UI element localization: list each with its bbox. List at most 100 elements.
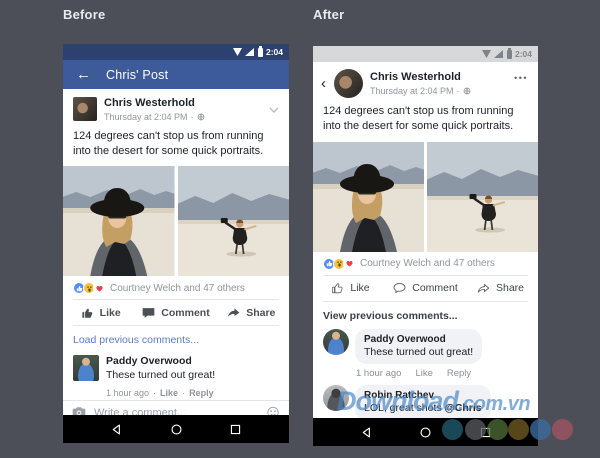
battery-icon <box>506 48 512 59</box>
cell-signal-icon <box>244 48 254 56</box>
photo-woman-hat[interactable] <box>63 166 175 276</box>
thumbs-up-icon <box>332 283 343 294</box>
feed-content: Chris Westerhold Thursday at 2:04 PM · 1… <box>63 89 289 415</box>
before-after-comparison: Before After 2:04 ← Chris' Post Chris We… <box>0 0 600 458</box>
back-chevron-icon[interactable]: ‹ <box>321 76 327 91</box>
status-time: 2:04 <box>265 47 283 57</box>
thumbs-up-icon <box>82 308 92 318</box>
view-previous-comments-link[interactable]: View previous comments... <box>313 302 538 325</box>
post-timestamp: Thursday at 2:04 PM <box>104 111 188 122</box>
comment-time: 1 hour ago <box>356 368 402 380</box>
photo-attachments <box>63 166 290 277</box>
nav-recents-button[interactable] <box>229 423 242 436</box>
watermark-dot-teal <box>442 419 463 440</box>
post-action-bar: Like Comment Share <box>313 276 538 301</box>
author-avatar[interactable] <box>334 69 363 98</box>
comment-like-link[interactable]: Like <box>160 388 178 398</box>
comment-text: These turned out great! <box>106 369 216 382</box>
watermark-dot-blue <box>530 419 551 440</box>
author-name[interactable]: Chris Westerhold <box>104 97 205 111</box>
wifi-icon <box>481 50 491 58</box>
load-previous-comments-link[interactable]: Load previous comments... <box>63 326 289 351</box>
post-header: ‹ Chris Westerhold Thursday at 2:04 PM ·… <box>313 62 538 104</box>
phone-before: 2:04 ← Chris' Post Chris Westerhold Thur… <box>63 44 289 443</box>
author-name[interactable]: Chris Westerhold <box>370 71 471 85</box>
photo-woman-hat[interactable] <box>313 142 424 252</box>
status-time: 2:04 <box>514 49 532 59</box>
page-title: Chris' Post <box>106 67 169 82</box>
post-message: 124 degrees can't stop us from running i… <box>73 129 264 157</box>
comment-input[interactable]: Write a comment... <box>94 407 258 415</box>
nav-home-button[interactable] <box>419 426 432 439</box>
comment-meta: 1 hour ago Like Reply <box>356 368 538 379</box>
chevron-down-icon <box>269 107 279 113</box>
reaction-summary-text: Courtney Welch and 47 others <box>110 282 245 294</box>
before-label: Before <box>63 7 106 22</box>
like-button[interactable]: Like <box>313 282 388 294</box>
author-avatar[interactable] <box>73 97 97 121</box>
post-header: Chris Westerhold Thursday at 2:04 PM · <box>63 89 289 126</box>
share-button[interactable]: Share <box>463 282 538 294</box>
photo-desert-figure[interactable] <box>178 166 290 276</box>
reaction-summary-row[interactable]: Courtney Welch and 47 others <box>63 276 289 299</box>
share-arrow-icon <box>228 308 240 317</box>
comment-bubble-icon <box>142 308 155 318</box>
camera-icon[interactable] <box>72 406 86 415</box>
post-timestamp: Thursday at 2:04 PM <box>370 85 454 96</box>
post-meta: Thursday at 2:04 PM · <box>370 86 471 96</box>
commenter-avatar[interactable] <box>323 328 349 355</box>
more-options-button[interactable]: ••• <box>514 69 528 83</box>
feed-content: ‹ Chris Westerhold Thursday at 2:04 PM ·… <box>313 62 538 418</box>
comment-time: 1 hour ago <box>106 387 150 398</box>
reaction-badges <box>73 282 105 295</box>
wifi-icon <box>232 48 242 56</box>
watermark-dot-red <box>552 419 573 440</box>
watermark-suffix: .com.vn <box>458 393 531 415</box>
reaction-summary-row[interactable]: Courtney Welch and 47 others <box>313 252 538 275</box>
post-options-button[interactable] <box>269 97 279 118</box>
back-arrow-icon[interactable]: ← <box>76 67 91 82</box>
nav-back-button[interactable] <box>360 426 373 439</box>
watermark-dot-green <box>487 419 508 440</box>
commenter-avatar[interactable] <box>73 355 99 382</box>
globe-privacy-icon <box>197 113 204 121</box>
status-bar: 2:04 <box>313 46 538 62</box>
comment-item: Paddy Overwood These turned out great! <box>313 325 538 365</box>
status-bar: 2:04 <box>63 44 289 60</box>
commenter-name[interactable]: Paddy Overwood <box>106 355 215 369</box>
nav-home-button[interactable] <box>170 423 183 436</box>
share-button[interactable]: Share <box>214 307 289 319</box>
meta-separator: · <box>182 387 186 398</box>
photo-attachments <box>313 141 538 252</box>
globe-privacy-icon <box>463 87 470 95</box>
comment-item: Paddy Overwood These turned out great! 1… <box>63 351 289 399</box>
meta-separator: · <box>153 387 157 398</box>
post-action-bar: Like Comment Share <box>63 300 289 325</box>
emoji-smiley-icon[interactable] <box>266 406 280 415</box>
watermark-dot-gray <box>465 419 486 440</box>
meta-separator: · <box>190 111 194 122</box>
photo-desert-figure[interactable] <box>427 142 538 252</box>
comment-composer[interactable]: Write a comment... <box>63 399 289 415</box>
site-watermark: Download.com.vn <box>337 386 531 417</box>
love-reaction-icon <box>343 257 355 270</box>
nav-back-button[interactable] <box>110 423 123 436</box>
app-toolbar: ← Chris' Post <box>63 60 289 89</box>
comment-meta: 1 hour ago · Like · Reply <box>106 388 215 398</box>
after-label: After <box>313 7 345 22</box>
reaction-badges <box>323 257 355 270</box>
comment-text: These turned out great! <box>364 345 474 358</box>
comment-button[interactable]: Comment <box>138 307 213 319</box>
comment-reply-link[interactable]: Reply <box>447 368 471 379</box>
watermark-text: Download <box>337 386 459 416</box>
comment-button[interactable]: Comment <box>388 282 463 294</box>
battery-icon <box>257 46 263 57</box>
comment-like-link[interactable]: Like <box>415 368 432 379</box>
android-nav-bar <box>63 415 289 443</box>
comment-bubble-icon <box>393 283 406 294</box>
share-arrow-icon <box>477 284 490 293</box>
commenter-name[interactable]: Paddy Overwood <box>364 333 473 346</box>
like-button[interactable]: Like <box>63 307 138 319</box>
love-reaction-icon <box>93 282 105 295</box>
comment-reply-link[interactable]: Reply <box>189 388 214 398</box>
